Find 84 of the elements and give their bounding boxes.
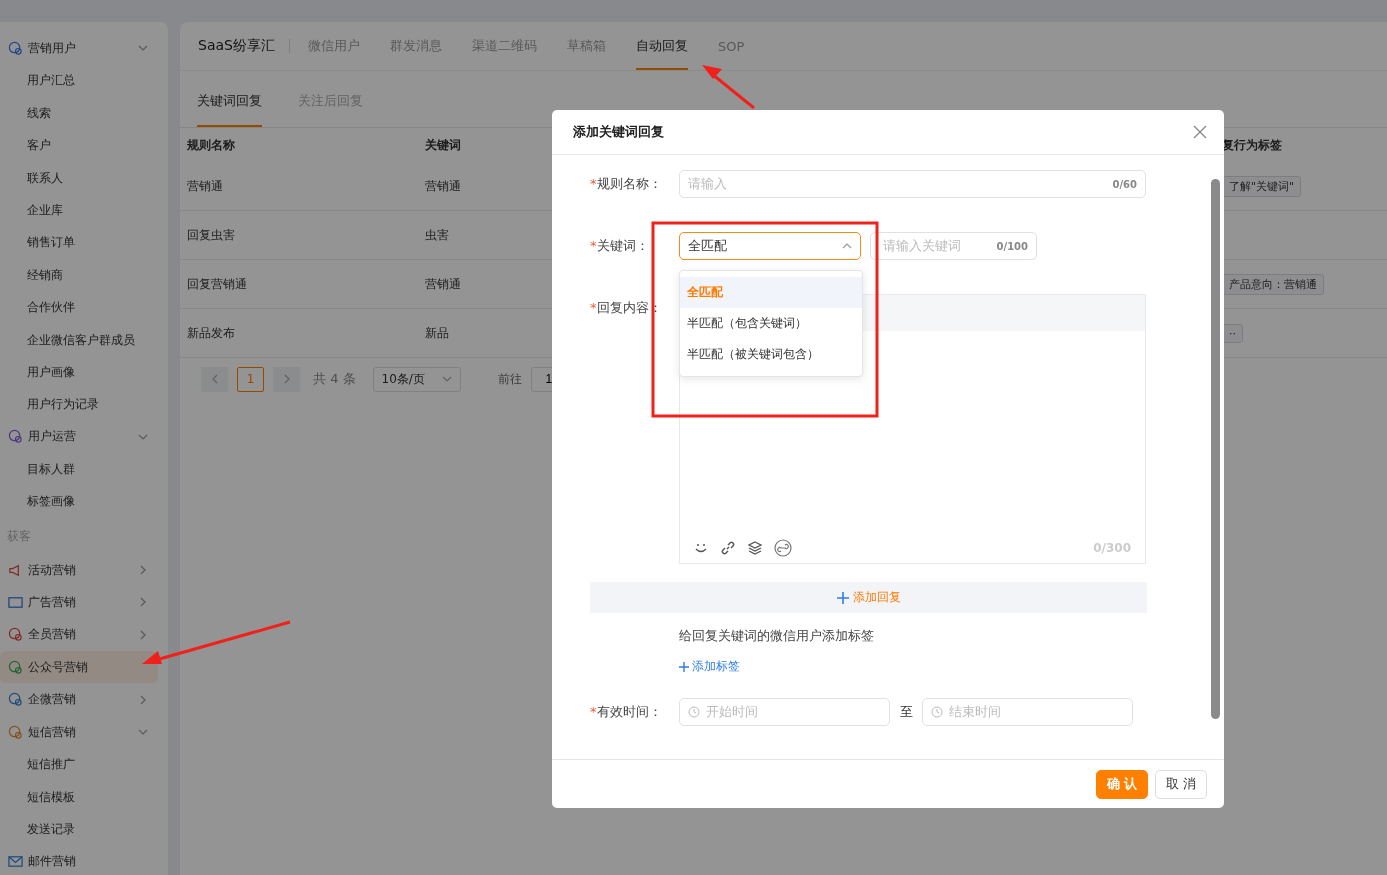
goto-label: 前往 xyxy=(497,370,522,388)
chevron-left-icon xyxy=(210,374,219,384)
dropdown-option[interactable]: 半匹配（被关键词包含） xyxy=(680,339,862,370)
menu-icon xyxy=(8,854,23,870)
sidebar-menu-item[interactable]: 短信营销 xyxy=(0,715,168,749)
field-label: 有效时间： xyxy=(596,704,662,719)
sidebar-item[interactable]: 企业微信客户群成员 xyxy=(0,323,168,356)
sidebar-item[interactable]: 短信模板 xyxy=(0,780,168,813)
keyword-field[interactable]: 请输入关键词 0/100 xyxy=(870,232,1037,260)
chevron-right-icon xyxy=(282,374,291,384)
sidebar-item[interactable]: 客户 xyxy=(0,129,168,162)
sidebar-item[interactable]: 用户画像 xyxy=(0,355,168,389)
menu-icon xyxy=(8,659,23,675)
sidebar-item[interactable]: 联系人 xyxy=(0,161,168,194)
sidebar-item[interactable]: 线索 xyxy=(0,96,168,130)
menu-icon xyxy=(8,692,23,708)
field-label: 规则名称： xyxy=(596,176,662,191)
menu-icon xyxy=(8,594,23,610)
tag: 了解"关键词" xyxy=(1222,175,1302,197)
table-cell: 虫害 xyxy=(425,226,449,244)
menu-icon xyxy=(8,724,23,740)
scrollbar[interactable] xyxy=(1211,179,1220,719)
required-mark: * xyxy=(590,176,597,191)
plus-icon xyxy=(836,591,849,604)
plus-icon xyxy=(679,661,689,672)
sidebar-item[interactable]: 用户行为记录 xyxy=(0,388,168,421)
sidebar-item[interactable]: 企业库 xyxy=(0,193,168,227)
table-cell: 新品 xyxy=(425,324,449,342)
cancel-button[interactable]: 取 消 xyxy=(1155,769,1207,799)
table-cell: 营销通 xyxy=(425,275,461,293)
tab[interactable]: 自动回复 xyxy=(635,22,688,70)
sidebar-item[interactable]: 销售订单 xyxy=(0,226,168,259)
chevron-down-icon xyxy=(441,374,452,384)
range-separator: 至 xyxy=(898,703,914,721)
field-label: 回复内容： xyxy=(596,300,662,315)
tag-hint: 给回复关键词的微信用户添加标签 xyxy=(679,627,875,645)
clock-icon xyxy=(931,706,943,718)
tag: ·· xyxy=(1222,323,1243,343)
close-icon[interactable] xyxy=(1193,125,1207,139)
total-count: 共 4 条 xyxy=(313,370,356,388)
menu-icon xyxy=(8,627,23,643)
sidebar-menu-item[interactable]: 广告营销 xyxy=(0,586,168,619)
sidebar-item[interactable]: 用户汇总 xyxy=(0,64,168,97)
sidebar-menu-item[interactable]: 企微营销 xyxy=(0,683,168,716)
match-type-select[interactable]: 全匹配 xyxy=(679,232,861,260)
page-size-select[interactable]: 10条/页 xyxy=(372,366,461,392)
caret-icon xyxy=(842,241,852,251)
clock-icon xyxy=(688,706,700,718)
table-cell: 回复虫害 xyxy=(187,226,235,244)
required-mark: * xyxy=(590,238,597,253)
dropdown-option[interactable]: 半匹配（包含关键词） xyxy=(680,308,862,339)
column-header: 规则名称 xyxy=(187,136,235,154)
sub-tab[interactable]: 关键词回复 xyxy=(197,71,262,127)
sidebar-item[interactable]: 标签画像 xyxy=(0,485,168,518)
table-cell: 回复营销通 xyxy=(187,275,247,293)
add-tag-link[interactable]: 添加标签 xyxy=(679,658,740,675)
table-cell: 营销通 xyxy=(425,177,461,195)
sidebar-item[interactable]: 合作伙伴 xyxy=(0,291,168,324)
sidebar-menu-item[interactable]: 邮件营销 xyxy=(0,845,168,875)
annotation-arrow xyxy=(702,65,755,110)
brand-title: SaaS纷享汇 xyxy=(198,37,275,55)
sidebar-menu-item[interactable]: 用户运营 xyxy=(0,420,168,454)
rule-name-field[interactable]: 请输入 0/60 xyxy=(679,170,1146,198)
tag: 产品意向：营销通 xyxy=(1222,273,1324,295)
sidebar-item[interactable]: 短信推广 xyxy=(0,748,168,781)
dialog-title: 添加关键词回复 xyxy=(573,123,664,141)
sidebar-item[interactable]: 发送记录 xyxy=(0,813,168,846)
table-cell: 营销通 xyxy=(187,177,223,195)
sidebar-menu-item[interactable]: 营销用户 xyxy=(0,32,168,65)
menu-icon xyxy=(8,429,23,445)
link-icon[interactable] xyxy=(720,540,736,556)
sidebar-menu-item[interactable]: 公众号营销 xyxy=(0,651,158,684)
required-mark: * xyxy=(590,300,597,315)
sidebar-item[interactable]: 目标人群 xyxy=(0,453,168,486)
layers-icon[interactable] xyxy=(747,540,763,556)
column-header: 关键词 xyxy=(425,136,461,154)
menu-icon xyxy=(8,40,23,56)
table-cell: 新品发布 xyxy=(187,324,235,342)
sidebar-item[interactable]: 经销商 xyxy=(0,258,168,292)
field-label: 关键词： xyxy=(596,238,649,253)
sidebar-menu-item[interactable]: 活动营销 xyxy=(0,553,168,587)
mini-program-icon[interactable] xyxy=(774,539,792,557)
sidebar-menu-item[interactable]: 全员营销 xyxy=(0,618,168,652)
required-mark: * xyxy=(590,704,597,719)
